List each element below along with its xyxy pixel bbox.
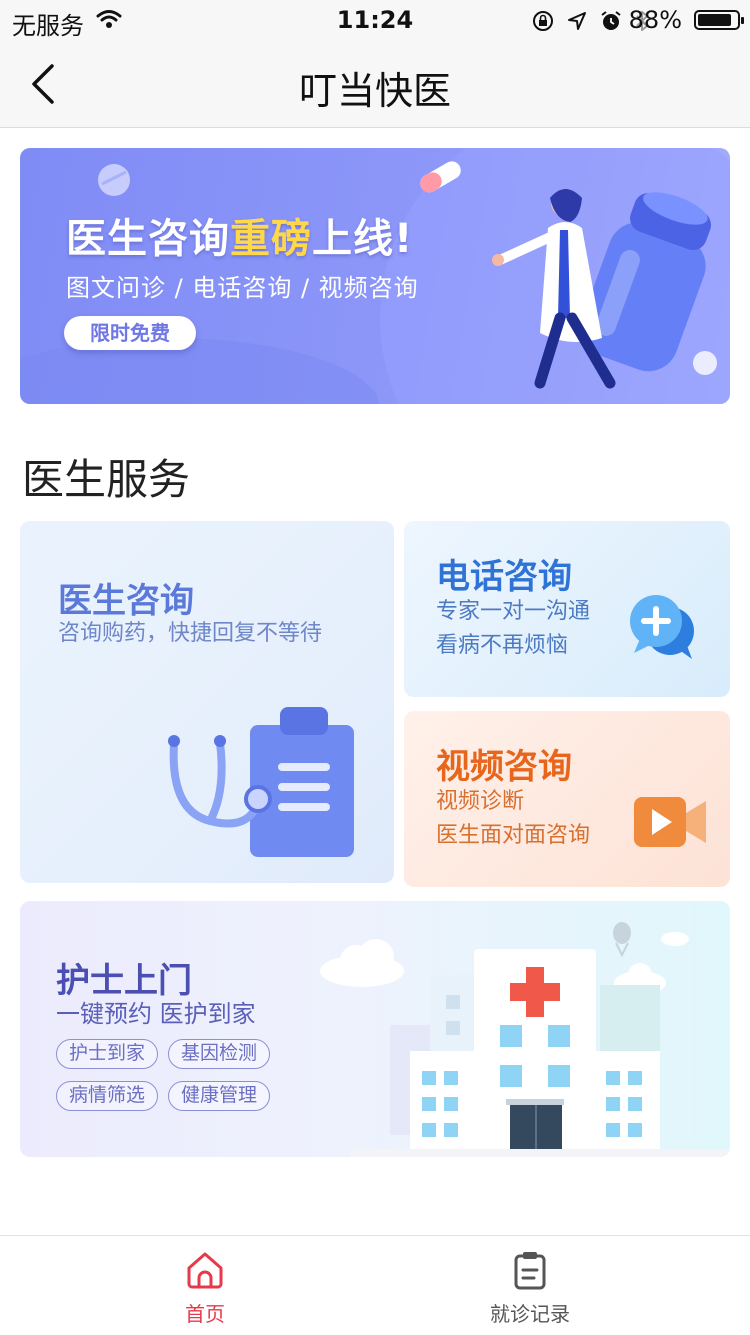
video-consult-card[interactable]: 视频咨询 视频诊断 医生面对面咨询: [404, 711, 730, 887]
banner-subtitle: 图文问诊 / 电话咨询 / 视频咨询: [66, 274, 419, 302]
battery-icon: [694, 10, 744, 30]
phone-consult-card[interactable]: 电话咨询 专家一对一沟通 看病不再烦恼: [404, 521, 730, 697]
tag-nurse-home: 护士到家: [56, 1039, 159, 1069]
status-bar: 无服务 11:24 88%: [0, 0, 750, 40]
battery-percent: 88%: [628, 6, 682, 34]
card-subtitle: 咨询购药，快捷回复不等待: [58, 621, 323, 646]
section-title: 医生服务: [22, 455, 191, 504]
card-subtitle: 视频诊断 医生面对面咨询: [436, 789, 591, 848]
home-icon: [187, 1252, 223, 1289]
tag-gene-test: 基因检测: [168, 1039, 271, 1069]
card-title: 视频咨询: [436, 747, 572, 787]
card-subtitle: 一键预约 医护到家: [56, 1000, 256, 1028]
video-camera-icon: [634, 797, 706, 847]
banner-headline: 医生咨询重磅上线!: [66, 216, 414, 262]
doctor-consult-card[interactable]: 医生咨询 咨询购药，快捷回复不等待: [20, 521, 394, 883]
doctor-illustration-icon: [492, 189, 717, 389]
nav-bar: 叮当快医: [0, 40, 750, 128]
battery-level: [698, 14, 731, 26]
page-title: 叮当快医: [298, 69, 451, 113]
card-title: 电话咨询: [436, 557, 572, 597]
service-tags: 护士到家 基因检测 病情筛选 健康管理: [56, 1039, 296, 1111]
chat-plus-icon: [630, 595, 694, 659]
location-icon: [568, 12, 586, 30]
tag-health-mgmt: 健康管理: [168, 1081, 271, 1111]
pill-decoration-icon: [98, 164, 130, 196]
orientation-lock-icon: [533, 11, 553, 31]
card-subtitle: 专家一对一沟通 看病不再烦恼: [436, 599, 591, 658]
clipboard-icon: [514, 1252, 546, 1290]
tab-label: 就诊记录: [490, 1302, 570, 1326]
tag-screening: 病情筛选: [56, 1081, 159, 1111]
tab-bar: 首页 就诊记录: [0, 1235, 750, 1334]
hospital-illustration-icon: [320, 922, 730, 1157]
tab-label: 首页: [185, 1302, 225, 1326]
tab-home[interactable]: 首页: [105, 1236, 305, 1335]
promo-banner[interactable]: 医生咨询重磅上线! 图文问诊 / 电话咨询 / 视频咨询 限时免费: [20, 148, 730, 404]
alarm-icon: [601, 11, 621, 30]
stethoscope-clipboard-icon: [168, 707, 354, 857]
card-title: 医生咨询: [58, 581, 194, 621]
tab-records[interactable]: 就诊记录: [430, 1236, 630, 1335]
card-title: 护士上门: [56, 961, 192, 1001]
nurse-visit-card[interactable]: 护士上门 一键预约 医护到家 护士到家 基因检测 病情筛选 健康管理: [20, 901, 730, 1157]
free-trial-button[interactable]: 限时免费: [64, 316, 196, 350]
